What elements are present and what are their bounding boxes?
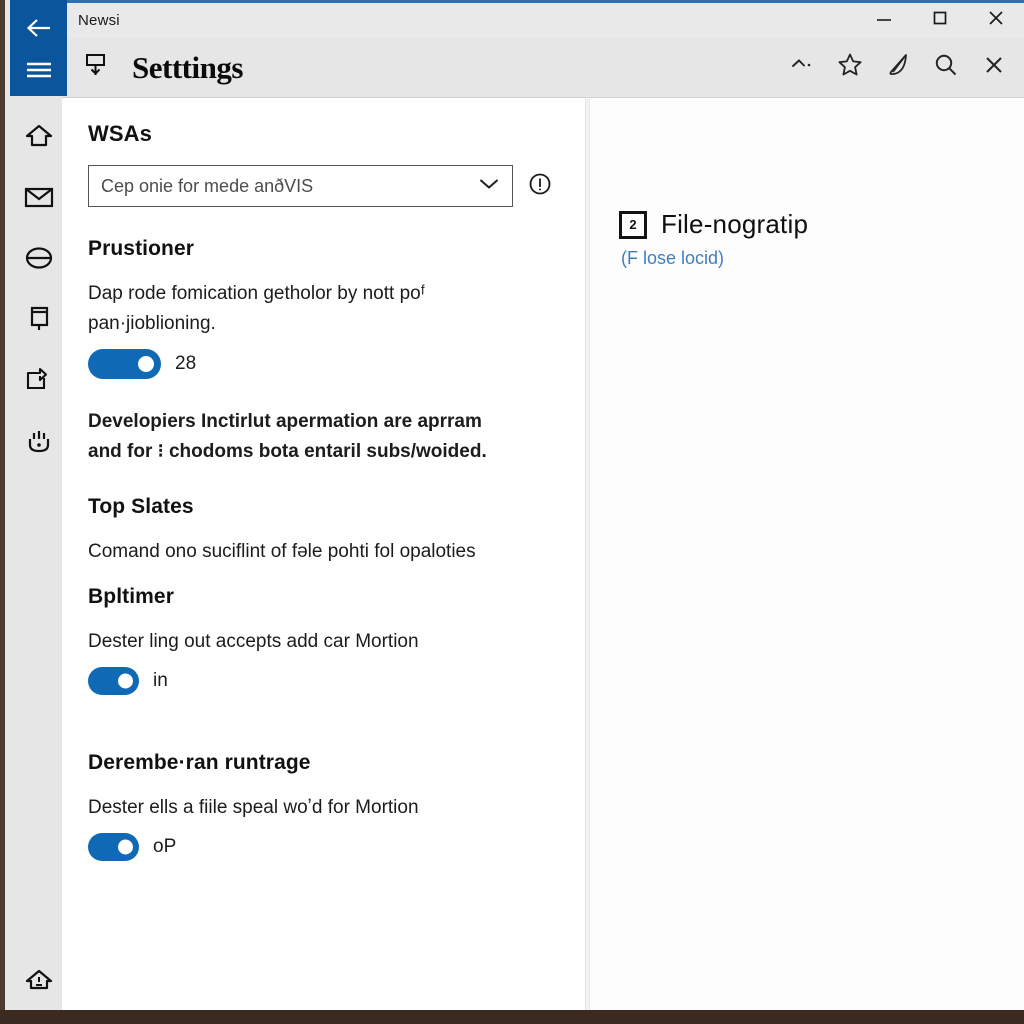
chevron-down-icon xyxy=(478,177,500,196)
detail-subtitle-link[interactable]: (F lose locid) xyxy=(621,248,1000,269)
search-icon xyxy=(933,52,959,83)
close-icon xyxy=(987,9,1005,32)
pin-download-icon xyxy=(82,50,112,85)
caret-up-button[interactable] xyxy=(778,45,826,91)
section-text-deremberan: Dester ells a fiile speal woʼd for Morti… xyxy=(88,797,419,818)
section-heading-deremberan: Derembe·ran runtrage xyxy=(88,751,311,774)
section-heading-bpltimer: Bpltimer xyxy=(88,585,174,608)
tablet-icon xyxy=(26,305,52,338)
toggle-knob xyxy=(118,839,133,855)
maximize-button[interactable] xyxy=(912,3,968,38)
info-button[interactable] xyxy=(527,173,553,199)
page-section-title: WSAs xyxy=(88,121,152,146)
settings-dropdown[interactable]: Cep onie for mede anðVIS xyxy=(88,165,513,207)
toggle-bpltimer[interactable] xyxy=(88,667,139,695)
hand-stop-icon xyxy=(25,427,53,460)
section-text-developiers: Developiers Inctirlut apermation are apr… xyxy=(88,411,487,462)
sidebar-item-home-alert[interactable] xyxy=(10,958,67,1006)
pane-divider xyxy=(585,99,590,1010)
pin-download-button[interactable] xyxy=(80,51,114,85)
rail-item-list xyxy=(10,108,67,474)
section-text-prustioner: Dap rode fomication getholor by nott poᶠ… xyxy=(88,283,426,334)
home-icon xyxy=(25,123,53,154)
sidebar-item-hand-stop[interactable] xyxy=(10,413,67,474)
toggle-prustioner[interactable] xyxy=(88,349,161,379)
minimize-button[interactable] xyxy=(856,3,912,38)
header-actions xyxy=(778,45,1018,91)
detail-pane: 2 File-nogratip (F lose locid) xyxy=(591,99,1024,1010)
info-icon xyxy=(527,171,553,202)
toggle-label-bpltimer: in xyxy=(153,670,168,691)
sidebar-item-home[interactable] xyxy=(10,108,67,169)
block-circle-icon xyxy=(24,245,54,276)
home-alert-icon xyxy=(24,967,54,998)
settings-content: WSAs Cep onie for mede anðVIS Prustioner… xyxy=(62,99,585,861)
share-arrow-icon xyxy=(24,367,54,398)
toggle-row-deremberan: oP xyxy=(88,833,553,861)
sidebar-item-tablet[interactable] xyxy=(10,291,67,352)
back-button[interactable] xyxy=(10,4,67,52)
boxed-two-icon: 2 xyxy=(619,210,647,239)
toggle-knob xyxy=(118,673,133,689)
left-navigation-rail xyxy=(0,0,67,1010)
window-controls xyxy=(856,3,1024,38)
close-icon xyxy=(982,53,1006,82)
hamburger-menu-icon xyxy=(24,59,54,81)
pen-button[interactable] xyxy=(874,45,922,91)
mail-icon xyxy=(24,185,54,214)
toggle-row-bpltimer: in xyxy=(88,667,553,695)
settings-pane: WSAs Cep onie for mede anðVIS Prustioner… xyxy=(62,99,585,1010)
caret-up-icon xyxy=(790,57,814,78)
detail-header: 2 File-nogratip xyxy=(619,209,1000,240)
sidebar-item-block[interactable] xyxy=(10,230,67,291)
page-title: Setttings xyxy=(132,49,243,85)
favorite-button[interactable] xyxy=(826,45,874,91)
application-window: Newsi Setttings WSAs Cep onie for mede a… xyxy=(0,0,1024,1024)
toggle-label-deremberan: oP xyxy=(153,836,177,857)
toggle-label-prustioner: 28 xyxy=(175,353,197,374)
sidebar-item-mail[interactable] xyxy=(10,169,67,230)
star-icon xyxy=(837,52,863,83)
pen-icon xyxy=(885,52,911,83)
minimize-icon xyxy=(875,12,893,30)
combo-row: Cep onie for mede anðVIS xyxy=(88,165,553,207)
back-arrow-icon xyxy=(25,17,53,39)
toggle-knob xyxy=(138,356,154,372)
detail-content: 2 File-nogratip (F lose locid) xyxy=(591,99,1024,269)
header-close-button[interactable] xyxy=(970,45,1018,91)
section-text-top-slates: Comand ono suciflint of fəle pohti fol o… xyxy=(88,541,476,562)
toggle-row-prustioner: 28 xyxy=(88,349,553,379)
page-header-bar: Setttings xyxy=(62,38,1024,98)
section-heading-prustioner: Prustioner xyxy=(88,237,195,260)
search-button[interactable] xyxy=(922,45,970,91)
app-title: Newsi xyxy=(78,12,120,29)
close-button[interactable] xyxy=(968,3,1024,38)
toggle-deremberan[interactable] xyxy=(88,833,139,861)
section-text-bpltimer: Dester ling out accepts add car Mortion xyxy=(88,631,419,652)
title-bar: Newsi xyxy=(62,0,1024,38)
settings-dropdown-value: Cep onie for mede anðVIS xyxy=(101,175,314,196)
detail-title: File-nogratip xyxy=(661,209,809,239)
hamburger-menu-button[interactable] xyxy=(10,46,67,94)
maximize-icon xyxy=(932,10,948,31)
section-heading-top-slates: Top Slates xyxy=(88,495,194,518)
sidebar-item-share[interactable] xyxy=(10,352,67,413)
